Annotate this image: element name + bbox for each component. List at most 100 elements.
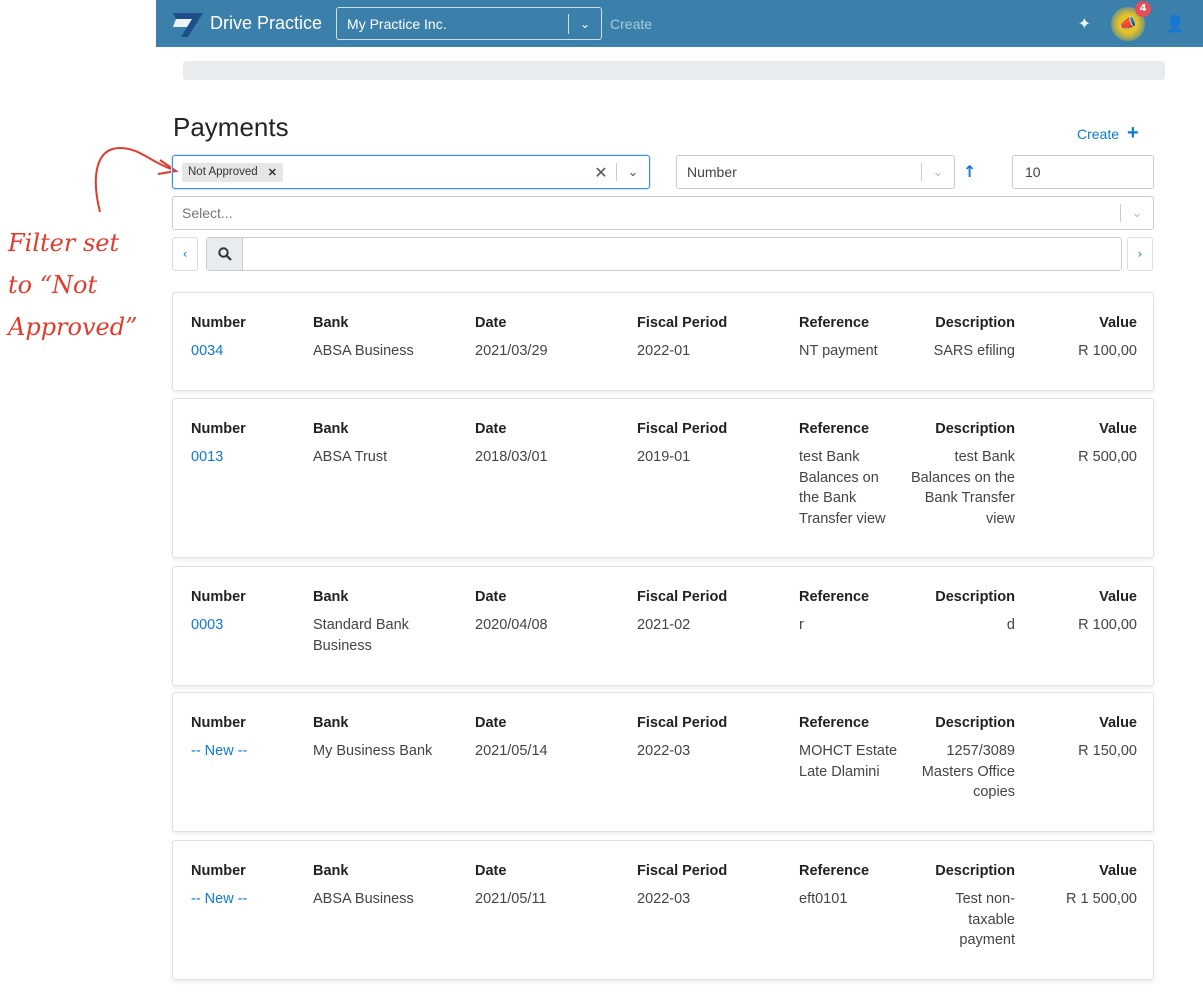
- chevron-down-icon[interactable]: ⌄: [922, 164, 954, 180]
- cell-value: test Bank Balances on the Bank Transfer …: [911, 449, 1015, 527]
- plus-icon: +: [1127, 122, 1139, 144]
- payment-number-link[interactable]: 0003: [191, 615, 301, 636]
- additional-filter-select[interactable]: Select... ⌄: [172, 196, 1154, 230]
- filter-chip-label: Not Approved: [188, 166, 258, 178]
- column-header: Fiscal Period: [637, 715, 728, 731]
- sort-ascending-icon[interactable]: ↑: [963, 162, 976, 181]
- cell-value: 2022-03: [637, 743, 691, 759]
- cell-value: Test non-taxable payment: [955, 891, 1015, 948]
- column-header: Date: [475, 863, 507, 879]
- column-number: Number -- New --: [191, 713, 301, 762]
- column-header: Description: [935, 315, 1015, 331]
- cell-value: 2021/05/14: [475, 743, 548, 759]
- cell-value: ABSA Business: [313, 891, 414, 907]
- column-bank: Bank ABSA Business: [313, 313, 453, 362]
- practice-select[interactable]: My Practice Inc. ⌄: [336, 7, 603, 40]
- create-payment-button[interactable]: Create +: [1077, 122, 1139, 145]
- chevron-down-icon[interactable]: ⌄: [569, 17, 601, 31]
- loading-bar: [183, 61, 1165, 80]
- column-number: Number 0034: [191, 313, 301, 362]
- payment-number-link[interactable]: 0034: [191, 341, 301, 362]
- column-description: Description d: [909, 587, 1015, 636]
- column-description: Description test Bank Balances on the Ban…: [909, 419, 1015, 529]
- sort-by-select[interactable]: Number ⌄: [676, 155, 955, 189]
- cell-value: ABSA Business: [313, 343, 414, 359]
- column-header: Fiscal Period: [637, 315, 728, 331]
- additional-filter-placeholder: Select...: [182, 205, 233, 221]
- cell-value: Standard Bank Business: [313, 617, 409, 654]
- top-navbar: Drive Practice My Practice Inc. ⌄ Create…: [156, 0, 1203, 47]
- cell-value: 2018/03/01: [475, 449, 548, 465]
- search-icon: [207, 238, 243, 270]
- cell-value: MOHCT Estate Late Dlamini: [799, 743, 898, 780]
- brand-name: Drive Practice: [210, 13, 323, 33]
- user-icon[interactable]: 👤: [1165, 14, 1185, 33]
- sort-by-value: Number: [687, 164, 737, 180]
- column-description: Description Test non-taxable payment: [909, 861, 1015, 951]
- column-date: Date 2020/04/08: [475, 587, 615, 636]
- payment-card[interactable]: Number -- New -- Bank ABSA Business Date 2021…: [172, 840, 1154, 980]
- payment-number-link[interactable]: -- New --: [191, 889, 301, 910]
- column-fiscal-period: Fiscal Period 2021-02: [637, 587, 777, 636]
- column-number: Number 0003: [191, 587, 301, 636]
- cell-value: My Business Bank: [313, 743, 433, 759]
- column-value: Value R 100,00: [1027, 313, 1137, 362]
- column-header: Bank: [313, 715, 349, 731]
- search-group: [206, 237, 1122, 271]
- column-header: Reference: [799, 589, 870, 605]
- page-size-input[interactable]: 10: [1012, 155, 1154, 189]
- previous-page-button[interactable]: ‹: [172, 237, 198, 271]
- column-number: Number 0013: [191, 419, 301, 468]
- payment-number-link[interactable]: 0013: [191, 447, 301, 468]
- annotation-line: to “Not: [8, 271, 98, 299]
- cell-value: R 100,00: [1078, 617, 1137, 633]
- filter-actions: ✕ ⌄: [586, 156, 649, 188]
- create-label: Create: [1077, 125, 1120, 142]
- annotation-text: Filter set to “Not Approved”: [8, 222, 158, 348]
- column-header: Date: [475, 421, 507, 437]
- column-header: Number: [191, 315, 246, 331]
- payment-card[interactable]: Number 0013 Bank ABSA Trust Date 2018/03/01 Fi…: [172, 398, 1154, 558]
- column-header: Bank: [313, 315, 349, 331]
- column-header: Fiscal Period: [637, 589, 728, 605]
- chevron-down-icon[interactable]: ⌄: [617, 165, 649, 180]
- brand-link[interactable]: Drive Practice: [170, 9, 322, 39]
- cell-value: NT payment: [799, 343, 878, 359]
- status-filter-select[interactable]: Not Approved ✕ ✕ ⌄: [172, 155, 650, 189]
- practice-select-value: My Practice Inc.: [347, 15, 447, 32]
- payment-number-link[interactable]: -- New --: [191, 741, 301, 762]
- column-header: Bank: [313, 589, 349, 605]
- column-fiscal-period: Fiscal Period 2019-01: [637, 419, 777, 468]
- column-fiscal-period: Fiscal Period 2022-03: [637, 861, 777, 910]
- cell-value: R 1 500,00: [1066, 891, 1137, 907]
- column-bank: Bank Standard Bank Business: [313, 587, 453, 656]
- column-header: Fiscal Period: [637, 421, 728, 437]
- nav-create-link[interactable]: Create: [610, 16, 652, 32]
- megaphone-icon[interactable]: 📣 4: [1111, 0, 1152, 41]
- column-header: Date: [475, 589, 507, 605]
- column-header: Value: [1099, 863, 1137, 879]
- payment-card[interactable]: Number -- New -- Bank My Business Bank Date 2…: [172, 692, 1154, 832]
- column-header: Fiscal Period: [637, 863, 728, 879]
- column-header: Number: [191, 421, 246, 437]
- column-number: Number -- New --: [191, 861, 301, 910]
- next-page-button[interactable]: ›: [1127, 237, 1153, 271]
- magic-wand-icon[interactable]: ✦: [1078, 14, 1091, 33]
- column-date: Date 2021/05/11: [475, 861, 615, 910]
- column-header: Date: [475, 315, 507, 331]
- cell-value: d: [1006, 617, 1015, 633]
- clear-icon[interactable]: ✕: [586, 163, 616, 182]
- column-description: Description 1257/3089 Masters Office copi…: [909, 713, 1015, 803]
- column-bank: Bank ABSA Trust: [313, 419, 453, 468]
- column-reference: Reference eft0101: [799, 861, 899, 910]
- annotation-line: Approved”: [8, 313, 138, 341]
- cell-value: 2021-02: [637, 617, 691, 633]
- column-header: Number: [191, 863, 246, 879]
- column-header: Reference: [799, 315, 870, 331]
- chevron-down-icon[interactable]: ⌄: [1121, 205, 1153, 221]
- remove-chip-icon[interactable]: ✕: [268, 166, 277, 179]
- payment-card[interactable]: Number 0003 Bank Standard Bank Business Date…: [172, 566, 1154, 686]
- column-header: Description: [935, 863, 1015, 879]
- payment-card[interactable]: Number 0034 Bank ABSA Business Date 2021/03/2…: [172, 292, 1154, 391]
- search-input[interactable]: [243, 238, 1121, 270]
